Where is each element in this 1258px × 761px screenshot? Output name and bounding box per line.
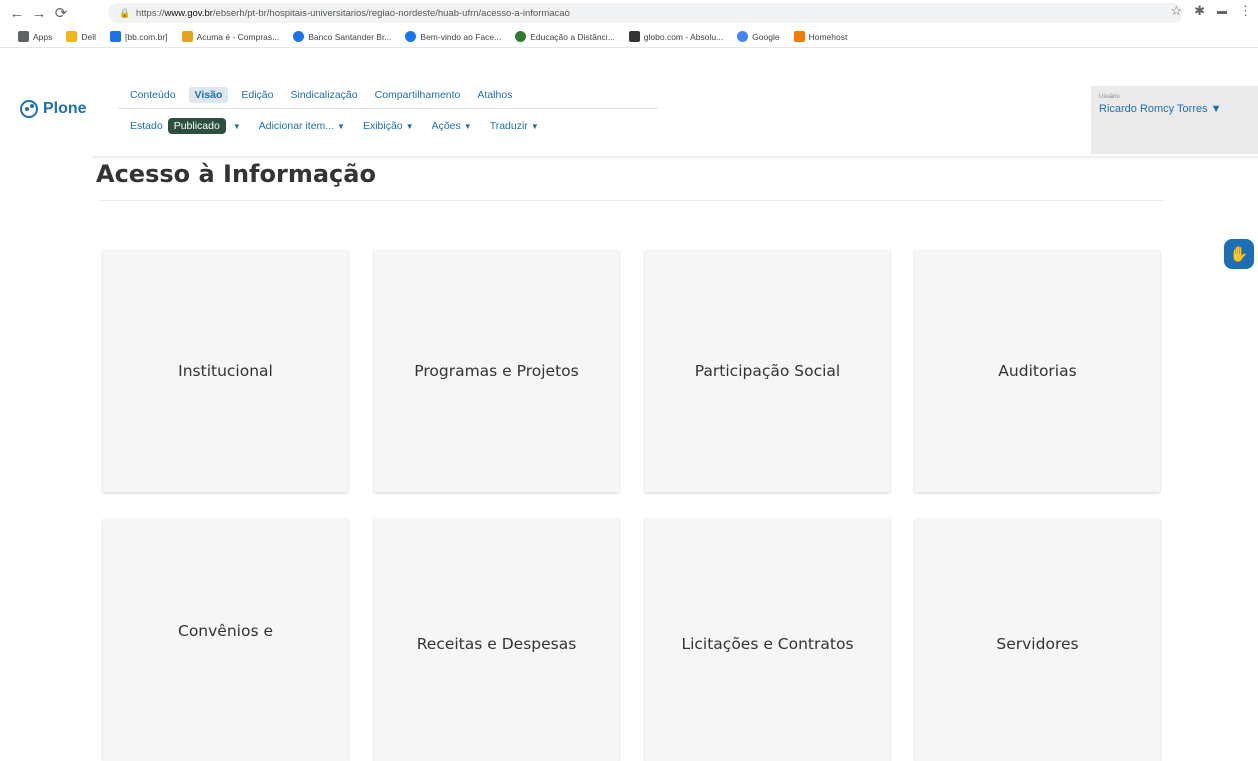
chevron-down-icon: ▼ — [405, 122, 414, 131]
bookmark-globo[interactable]: globo.com - Absolu... — [628, 31, 723, 42]
state-badge[interactable]: Publicado — [167, 118, 226, 134]
menu-translate[interactable]: Traduzir ▼ — [490, 120, 539, 132]
globo-icon — [628, 31, 640, 42]
bookmark-santander[interactable]: Banco Santander Br... — [293, 31, 391, 42]
bookmark-dell[interactable]: Dell — [66, 31, 96, 42]
card-licitacoes-contratos[interactable]: Licitações e Contratos — [645, 519, 890, 761]
bookmark-ead[interactable]: Educação a Distânci... — [515, 31, 615, 42]
card-programas-projetos[interactable]: Programas e Projetos — [374, 250, 619, 492]
tab-edicao[interactable]: Edição — [241, 89, 273, 101]
state-label: Estado — [130, 120, 163, 132]
card-institucional[interactable]: Institucional — [103, 250, 348, 492]
tab-atalhos[interactable]: Atalhos — [477, 89, 512, 101]
plone-logo[interactable]: Plone — [20, 100, 87, 118]
page-title: Acesso à Informação — [96, 160, 376, 188]
apps-grid-icon — [18, 31, 29, 42]
browser-address-bar: ← → ⟳ 🔒 https://www.gov.br/ebserh/pt-br/… — [0, 0, 1258, 26]
user-name[interactable]: Ricardo Romcy Torres ▼ — [1099, 103, 1222, 115]
menu-display[interactable]: Exibição ▼ — [363, 120, 414, 132]
user-menu[interactable]: Usuário Ricardo Romcy Torres ▼ — [1091, 86, 1258, 154]
facebook-icon — [405, 31, 417, 42]
lock-icon: 🔒 — [119, 7, 131, 18]
chevron-down-icon: ▼ — [463, 122, 472, 131]
bookmark-google[interactable]: Google — [737, 31, 780, 42]
tab-compartilhamento[interactable]: Compartilhamento — [375, 89, 461, 101]
plone-primary-menu: Conteúdo Visão Edição Sindicalização Com… — [130, 87, 529, 103]
forward-icon[interactable]: → — [28, 2, 50, 24]
bookmarks-bar: Apps Dell [bb.com.br] Acuma é - Compras.… — [0, 26, 1258, 48]
card-convenios[interactable]: Convênios e — [103, 519, 348, 761]
url-host: www.gov.br — [164, 7, 213, 19]
menu-icon[interactable]: ⋮ — [1239, 3, 1252, 19]
santander-icon — [293, 31, 305, 42]
state-caret-icon[interactable]: ▼ — [233, 122, 241, 131]
menu-add-item[interactable]: Adicionar item... ▼ — [259, 120, 345, 132]
menu-divider — [118, 108, 658, 109]
url-input[interactable]: 🔒 https://www.gov.br/ebserh/pt-br/hospit… — [108, 3, 1183, 23]
card-servidores[interactable]: Servidores — [915, 519, 1160, 761]
back-icon[interactable]: ← — [6, 2, 28, 24]
user-caption: Usuário — [1099, 94, 1120, 100]
bookmark-star-icon[interactable]: ☆ — [1170, 3, 1182, 19]
chevron-down-icon: ▼ — [530, 122, 539, 131]
bookmark-acuma[interactable]: Acuma é - Compras... — [181, 31, 279, 42]
accessibility-hand-icon[interactable]: ✋ — [1224, 239, 1254, 269]
title-divider — [98, 200, 1164, 201]
card-participacao-social[interactable]: Participação Social — [645, 250, 890, 492]
chevron-down-icon: ▼ — [337, 122, 345, 131]
folder-icon — [66, 31, 78, 42]
shop-icon — [181, 31, 193, 42]
extensions-icon[interactable]: ✱ — [1194, 3, 1205, 19]
card-receitas-despesas[interactable]: Receitas e Despesas — [374, 519, 619, 761]
tab-sindicalizacao[interactable]: Sindicalização — [290, 89, 357, 101]
bookmark-bb[interactable]: [bb.com.br] — [110, 31, 168, 42]
bookmark-homehost[interactable]: Homehost — [793, 31, 847, 42]
ead-icon — [515, 31, 527, 42]
homehost-icon — [793, 31, 805, 42]
plone-secondary-menu: Estado Publicado ▼ Adicionar item... ▼ Ex… — [130, 118, 557, 134]
bookmark-apps[interactable]: Apps — [18, 31, 52, 42]
tab-visao[interactable]: Visão — [188, 87, 229, 103]
url-prefix: https:// — [136, 7, 165, 19]
menu-actions[interactable]: Ações ▼ — [432, 120, 472, 132]
battery-icon[interactable]: ▬ — [1217, 6, 1227, 17]
bookmark-facebook[interactable]: Bem-vindo ao Face... — [405, 31, 501, 42]
bb-icon — [110, 31, 122, 42]
reload-icon[interactable]: ⟳ — [50, 2, 72, 24]
card-auditorias[interactable]: Auditorias — [915, 250, 1160, 492]
google-icon — [737, 31, 749, 42]
plone-logo-icon — [20, 100, 38, 118]
tab-conteudo[interactable]: Conteúdo — [130, 89, 176, 101]
url-path: /ebserh/pt-br/hospitais-universitarios/r… — [212, 7, 570, 19]
